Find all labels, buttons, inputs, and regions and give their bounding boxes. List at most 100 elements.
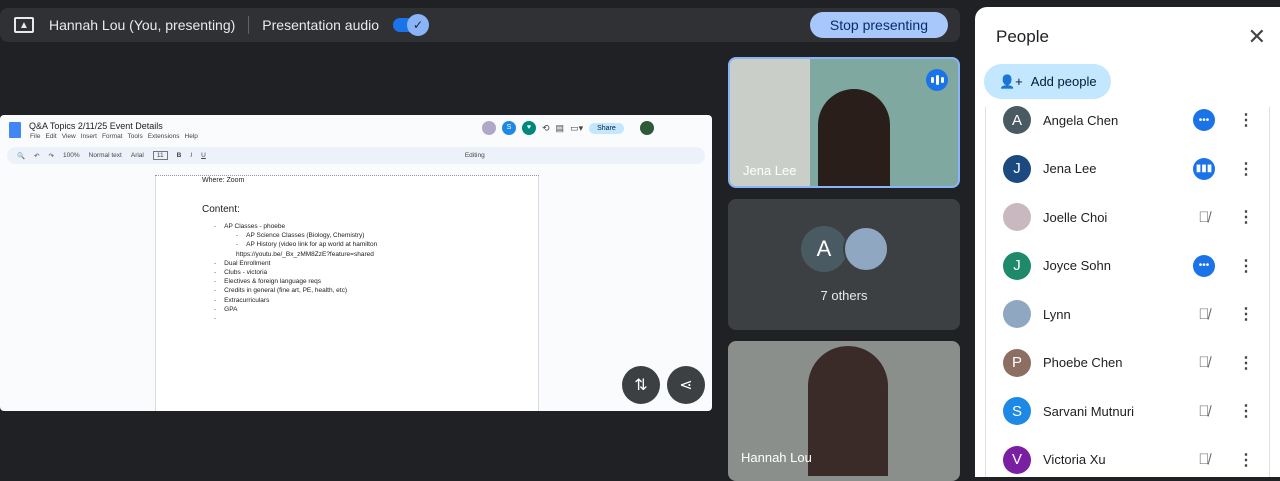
stop-presenting-button[interactable]: Stop presenting	[809, 12, 948, 38]
collaborator-avatar: ♥	[522, 121, 536, 135]
mic-off-icon: 🎙̸	[1198, 402, 1210, 420]
doc-list: AP Classes - phoebeAP Science Classes (B…	[214, 222, 377, 323]
comment-icon: ▤	[555, 122, 565, 133]
divider	[248, 16, 250, 34]
doc-menu-bar: File Edit View Insert Format Tools Extensions H…	[30, 133, 203, 140]
docs-logo-icon	[9, 122, 21, 138]
more-options-icon[interactable]: ⋮	[1238, 353, 1254, 373]
present-screen-icon: ▲	[14, 17, 34, 33]
list-item: GPA	[214, 305, 377, 314]
participant-row[interactable]: V Victoria Xu 🎙̸ ⋮	[986, 440, 1271, 480]
more-options-icon[interactable]: ⋮	[1238, 110, 1254, 130]
doc-toolbar: 🔍 ↶ ↷ 100% Normal text Arial 11 B I U Edit…	[7, 147, 705, 164]
italic-icon: I	[190, 152, 193, 159]
others-count: 7 others	[820, 288, 868, 303]
font-select: Arial	[130, 152, 144, 159]
participant-row[interactable]: S Sarvani Mutnuri 🎙̸ ⋮	[986, 391, 1271, 431]
font-size: 11	[152, 151, 168, 160]
avatar: V	[1003, 445, 1031, 474]
participant-list: A Angela Chen ••• ⋮ J Jena Lee ▮▮▮ ⋮ Joelle Choi…	[985, 106, 1271, 480]
close-icon[interactable]: ✕	[1248, 24, 1266, 50]
participant-name: Lynn	[1043, 306, 1071, 322]
list-item	[214, 314, 377, 323]
undo-icon: ↶	[34, 152, 40, 160]
people-panel: People ✕ 👤+ Add people A Angela Chen ••• ⋮ J J…	[975, 7, 1280, 477]
doc-top-actions: S ♥ ⟲ ▤ ▭▾ Share	[482, 121, 654, 135]
menu-edit: Edit	[45, 133, 57, 140]
list-item: Electives & foreign language reqs	[214, 277, 377, 286]
participant-name: Joelle Choi	[1043, 209, 1108, 225]
participant-row[interactable]: Joelle Choi 🎙̸ ⋮	[986, 197, 1271, 237]
more-dots-icon: •••	[1193, 254, 1215, 277]
swap-view-button[interactable]: ⇅	[622, 366, 660, 404]
menu-tools: Tools	[127, 133, 143, 140]
participant-row[interactable]: Lynn 🎙̸ ⋮	[986, 294, 1271, 334]
presenter-label: Hannah Lou (You, presenting)	[49, 17, 236, 33]
history-icon: ⟲	[542, 122, 550, 133]
participant-name: Joyce Sohn	[1043, 258, 1111, 273]
collaborator-avatar	[482, 121, 496, 135]
menu-help: Help	[184, 133, 198, 140]
presentation-audio-label: Presentation audio	[262, 17, 380, 33]
participant-name: Phoebe Chen	[1043, 355, 1123, 370]
avatar: A	[801, 226, 847, 272]
avatar: J	[1003, 154, 1031, 183]
share-screen-button[interactable]: ⋖	[667, 366, 705, 404]
more-options-icon[interactable]: ⋮	[1238, 256, 1254, 276]
menu-insert: Insert	[80, 133, 97, 140]
video-tile-others[interactable]: A 7 others	[728, 199, 960, 330]
video-tile-jena[interactable]: Jena Lee	[728, 57, 960, 188]
participant-row[interactable]: J Joyce Sohn ••• ⋮	[986, 246, 1271, 286]
avatar	[1003, 300, 1031, 328]
doc-heading: Content:	[202, 204, 240, 215]
participant-row[interactable]: J Jena Lee ▮▮▮ ⋮	[986, 149, 1271, 189]
participant-row[interactable]: P Phoebe Chen 🎙̸ ⋮	[986, 343, 1271, 383]
panel-title: People	[996, 27, 1049, 46]
more-options-icon[interactable]: ⋮	[1238, 304, 1254, 324]
video-tile-hannah[interactable]: Hannah Lou	[728, 341, 960, 481]
mic-off-icon: 🎙̸	[1198, 208, 1210, 226]
list-item: AP Science Classes (Biology, Chemistry)	[214, 231, 377, 240]
ruler	[155, 168, 539, 176]
editing-mode: Editing	[464, 152, 485, 159]
mic-off-icon: 🎙̸	[1198, 305, 1210, 323]
participant-name: Jena Lee	[1043, 161, 1097, 176]
share-button: Share	[589, 122, 624, 134]
list-item: https://youtu.be/_Bx_zMM8ZzE?feature=sha…	[236, 250, 374, 258]
bold-icon: B	[176, 152, 182, 159]
menu-view: View	[61, 133, 76, 140]
more-options-icon[interactable]: ⋮	[1238, 207, 1254, 227]
tile-name: Hannah Lou	[741, 450, 812, 465]
list-item: Extracurriculars	[214, 296, 377, 305]
mic-off-icon: 🎙̸	[1198, 451, 1210, 468]
list-item: Dual Enrollment	[214, 259, 377, 268]
tile-name: Jena Lee	[743, 163, 797, 178]
more-options-icon[interactable]: ⋮	[1238, 401, 1254, 421]
presenting-bar: ▲ Hannah Lou (You, presenting) Presentat…	[0, 8, 960, 42]
video-person	[818, 89, 890, 186]
participant-name: Sarvani Mutnuri	[1043, 403, 1135, 419]
avatar	[843, 226, 889, 272]
avatar: A	[1003, 106, 1031, 134]
shared-doc-screen: Q&A Topics 2/11/25 Event Details File Edi…	[0, 115, 712, 411]
participant-name: Angela Chen	[1043, 112, 1119, 128]
account-avatar	[639, 121, 654, 135]
doc-page: Where: Zoom Content: AP Classes - phoebe…	[155, 176, 539, 411]
meet-icon: ▭▾	[570, 122, 584, 133]
presentation-audio-toggle[interactable]: ✓	[393, 14, 430, 36]
add-people-button[interactable]: 👤+ Add people	[984, 64, 1111, 99]
participant-row[interactable]: A Angela Chen ••• ⋮	[986, 100, 1271, 140]
avatar: J	[1003, 251, 1031, 280]
doc-text: Where: Zoom	[202, 177, 245, 184]
search-icon: 🔍	[17, 152, 26, 160]
list-item: Clubs - victoria	[214, 268, 377, 277]
menu-file: File	[30, 133, 41, 140]
avatar	[1003, 203, 1031, 231]
list-item: AP History (video link for ap world at h…	[214, 240, 377, 249]
more-options-icon[interactable]: ⋮	[1238, 159, 1254, 179]
list-item: AP Classes - phoebe	[214, 222, 377, 231]
zoom-select: 100%	[63, 152, 80, 159]
redo-icon: ↷	[48, 152, 54, 160]
menu-format: Format	[101, 133, 123, 140]
speaking-indicator-icon	[926, 69, 948, 91]
